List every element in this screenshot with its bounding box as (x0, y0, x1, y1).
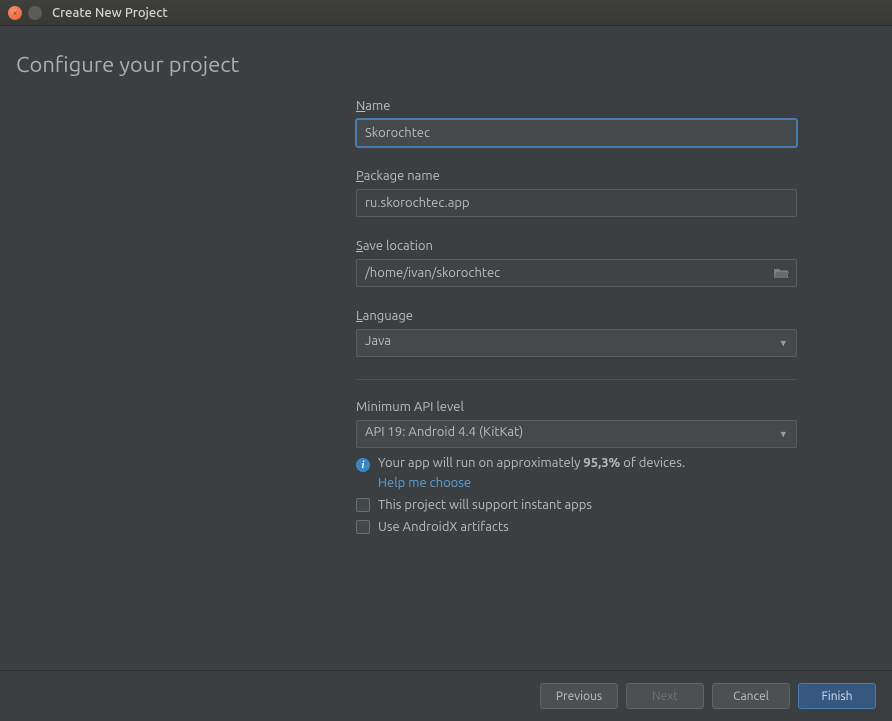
window-title: Create New Project (52, 6, 168, 20)
close-window-icon[interactable]: × (8, 6, 22, 20)
info-percent: 95,3% (583, 456, 620, 470)
androidx-label: Use AndroidX artifacts (378, 520, 509, 534)
separator (356, 379, 797, 380)
min-api-label: Minimum API level (356, 400, 464, 414)
previous-button[interactable]: Previous (540, 683, 618, 709)
page-title: Configure your project (0, 26, 892, 99)
package-input[interactable] (356, 189, 797, 217)
androidx-checkbox[interactable] (356, 520, 370, 534)
package-label: Package name (356, 169, 440, 183)
api-info-row: i Your app will run on approximately 95,… (356, 456, 797, 472)
info-prefix: Your app will run on approximately (378, 456, 583, 470)
button-bar: Previous Next Cancel Finish (0, 670, 892, 721)
info-suffix: of devices. (620, 456, 685, 470)
info-icon: i (356, 458, 370, 472)
instant-apps-checkbox-row[interactable]: This project will support instant apps (356, 498, 797, 512)
save-location-input[interactable] (356, 259, 797, 287)
minimize-window-icon[interactable] (28, 6, 42, 20)
language-select-value: Java (365, 334, 391, 348)
name-field-group: Name (356, 99, 797, 147)
min-api-field-group: Minimum API level API 19: Android 4.4 (K… (356, 400, 797, 534)
instant-apps-checkbox[interactable] (356, 498, 370, 512)
finish-button[interactable]: Finish (798, 683, 876, 709)
min-api-select-value: API 19: Android 4.4 (KitKat) (365, 425, 523, 439)
package-field-group: Package name (356, 169, 797, 217)
language-label: Language (356, 309, 413, 323)
help-me-choose-link[interactable]: Help me choose (378, 476, 471, 490)
window-titlebar: × Create New Project (0, 0, 892, 26)
instant-apps-label: This project will support instant apps (378, 498, 592, 512)
language-field-group: Language Java (356, 309, 797, 357)
window-controls: × (8, 6, 42, 20)
language-select[interactable]: Java (356, 329, 797, 357)
save-location-label: Save location (356, 239, 433, 253)
save-location-field-group: Save location (356, 239, 797, 287)
browse-folder-icon[interactable] (773, 266, 789, 280)
next-button: Next (626, 683, 704, 709)
min-api-select[interactable]: API 19: Android 4.4 (KitKat) (356, 420, 797, 448)
name-label: Name (356, 99, 390, 113)
cancel-button[interactable]: Cancel (712, 683, 790, 709)
name-input[interactable] (356, 119, 797, 147)
api-info-text: Your app will run on approximately 95,3%… (378, 456, 685, 470)
androidx-checkbox-row[interactable]: Use AndroidX artifacts (356, 520, 797, 534)
